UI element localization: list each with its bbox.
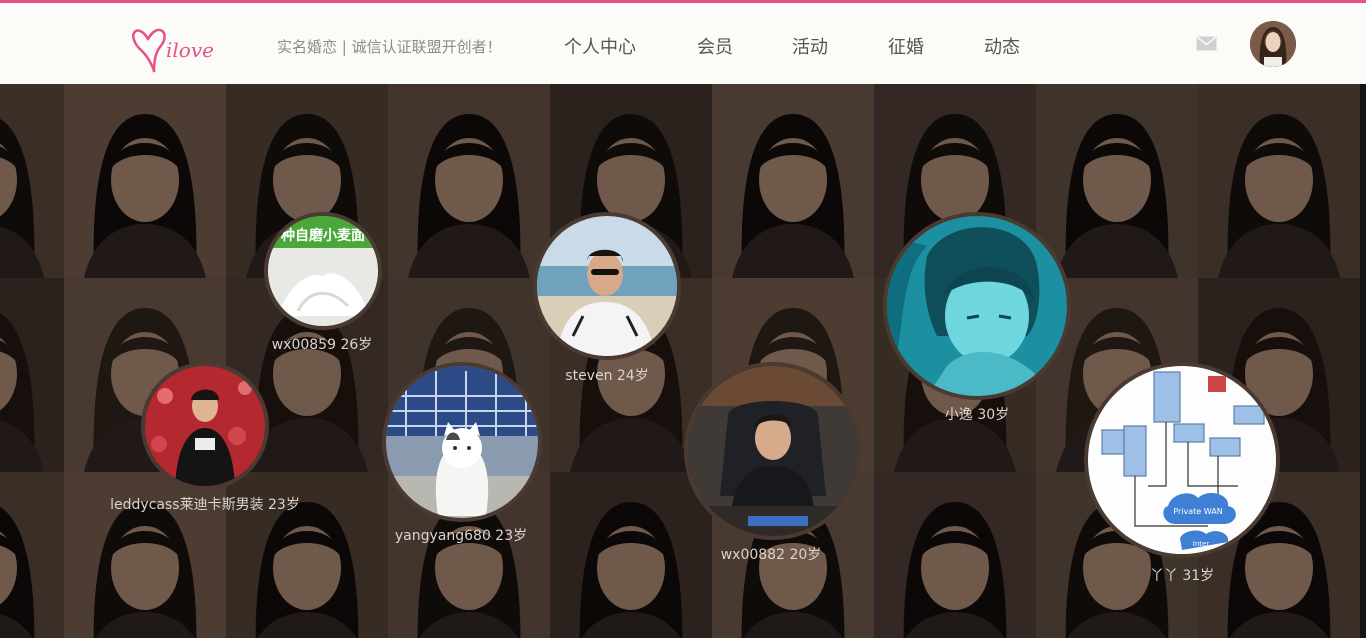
svg-text:Inter...: Inter... (1193, 540, 1215, 548)
mail-icon[interactable] (1196, 36, 1217, 51)
member-photo[interactable] (684, 362, 862, 540)
member-caption[interactable]: leddycass莱迪卡斯男装 23岁 (110, 494, 300, 514)
nav-matchmaking[interactable]: 征婚 (888, 33, 924, 59)
nav-personal-center[interactable]: 个人中心 (564, 33, 636, 59)
photo-banner-text: 种自磨小麦面 (280, 227, 365, 244)
member-caption[interactable]: wx00859 26岁 (272, 334, 373, 354)
member-photo[interactable] (533, 212, 681, 360)
member-photo[interactable] (382, 362, 542, 522)
member-photo[interactable]: 种自磨小麦面 (264, 212, 382, 330)
top-navigation-bar: ilove 实名婚恋 | 诚信认证联盟开创者！ 个人中心 会员 活动 征婚 动态 (0, 0, 1366, 84)
member-caption[interactable]: wx00882 20岁 (721, 544, 822, 564)
member-caption[interactable]: 小逸 30岁 (945, 404, 1009, 424)
member-photo[interactable] (883, 212, 1071, 400)
nav-feed[interactable]: 动态 (984, 33, 1020, 59)
member-photo[interactable] (141, 362, 269, 490)
member-caption[interactable]: steven 24岁 (565, 365, 648, 385)
member-caption[interactable]: 丫丫 31岁 (1150, 565, 1214, 585)
member-photo[interactable]: Private WAN Inter... (1084, 362, 1280, 558)
site-tagline: 实名婚恋 | 诚信认证联盟开创者！ (277, 38, 502, 56)
nav-members[interactable]: 会员 (697, 33, 733, 59)
member-caption[interactable]: yangyang680 23岁 (395, 525, 527, 545)
svg-text:ilove: ilove (166, 38, 214, 62)
svg-text:Private WAN: Private WAN (1173, 507, 1222, 516)
nav-activities[interactable]: 活动 (792, 33, 828, 59)
user-avatar[interactable] (1250, 21, 1296, 67)
milove-logo[interactable]: ilove (130, 17, 240, 75)
